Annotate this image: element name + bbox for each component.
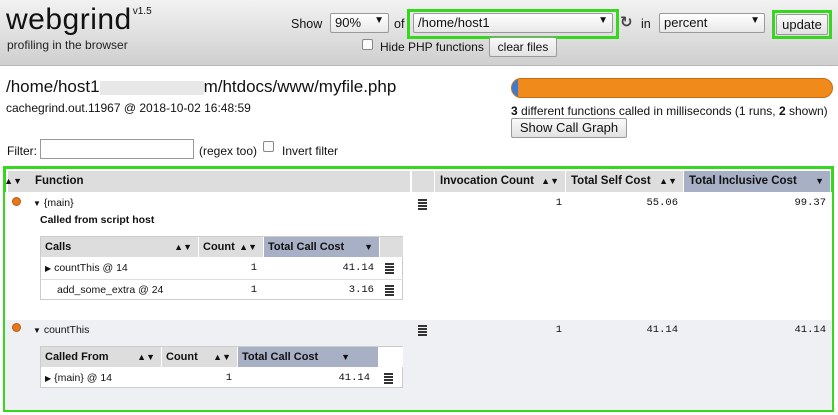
calls-subtable: Calls ▲▼ Count ▲▼ Total Call Cost ▼ ▶ count… [40, 236, 403, 300]
function-name[interactable]: ▼ countThis [33, 324, 89, 336]
show-call-graph-button[interactable]: Show Call Graph [511, 118, 627, 138]
file-select[interactable]: /home/host1 ▼ [413, 13, 613, 33]
in-label: in [641, 17, 651, 31]
call-count: 1 [225, 372, 232, 384]
blurred-path-segment [99, 80, 204, 95]
progress-bar [511, 78, 833, 98]
self-cost: 55.06 [646, 197, 678, 209]
total-inclusive-cost-header[interactable]: Total Inclusive Cost ▼ [684, 171, 830, 192]
invocation-count: 1 [555, 197, 562, 209]
filter-input[interactable] [40, 139, 194, 159]
call-count: 1 [250, 284, 257, 296]
chevron-down-icon: ▼ [750, 15, 760, 26]
invert-filter-label: Invert filter [282, 144, 339, 158]
source-list-icon[interactable] [418, 324, 427, 337]
call-cost: 41.14 [342, 262, 374, 274]
total-self-cost-header[interactable]: Total Self Cost ▲▼ [566, 171, 683, 192]
call-item[interactable]: add_some_extra @ 24 [57, 284, 163, 296]
clear-files-button[interactable]: clear files [489, 37, 557, 57]
total-call-cost-header[interactable]: Total Call Cost ▼ [264, 237, 379, 257]
hide-php-label: Hide PHP functions [380, 40, 484, 54]
row-divider [41, 279, 403, 280]
status-dot [12, 323, 21, 332]
call-count: 1 [250, 262, 257, 274]
version-label: v1.5 [132, 6, 152, 17]
called-from-subtable: Called From ▲▼ Count ▲▼ Total Call Cost ▼ ▶… [40, 346, 403, 388]
source-list-icon[interactable] [385, 284, 394, 297]
total-call-cost-header[interactable]: Total Call Cost ▼ [238, 347, 378, 367]
progress-bar-fill [512, 79, 519, 97]
call-cost: 3.16 [348, 284, 374, 296]
status-dot [12, 197, 21, 206]
regex-note: (regex too) [199, 144, 258, 158]
sort-column-header[interactable]: ▲▼ [4, 171, 30, 192]
called-from-header[interactable]: Called From ▲▼ [41, 347, 161, 367]
icon-header [380, 237, 403, 257]
header-bar: webgrindv1.5 profiling in the browser Sh… [0, 0, 838, 66]
source-list-icon[interactable] [384, 372, 393, 385]
unit-select[interactable]: percent ▼ [659, 13, 765, 33]
called-from-note: Called from script host [40, 214, 155, 226]
chevron-down-icon: ▼ [374, 15, 384, 26]
of-label: of [394, 17, 405, 31]
tagline: profiling in the browser [7, 38, 128, 52]
self-cost: 41.14 [646, 324, 678, 336]
call-cost: 41.14 [338, 372, 370, 384]
show-percent-select[interactable]: 90% ▼ [330, 13, 389, 33]
app-logo: webgrindv1.5 [6, 3, 152, 36]
inclusive-cost: 99.37 [794, 197, 826, 209]
hide-php-checkbox[interactable] [362, 39, 373, 50]
invocation-count: 1 [555, 324, 562, 336]
inclusive-cost: 41.14 [794, 324, 826, 336]
invocation-count-header[interactable]: Invocation Count ▲▼ [435, 171, 565, 192]
source-list-icon[interactable] [418, 198, 427, 211]
cachegrind-file-label: cachegrind.out.11967 @ 2018-10-02 16:48:… [6, 101, 251, 115]
filter-label: Filter: [7, 144, 37, 158]
show-label: Show [291, 17, 323, 31]
calls-header[interactable]: Calls ▲▼ [41, 237, 198, 257]
update-button[interactable]: update [776, 14, 828, 35]
call-item[interactable]: ▶ countThis @ 14 [45, 262, 128, 274]
function-name[interactable]: ▼ {main} [33, 197, 74, 209]
function-column-header[interactable]: Function [30, 171, 410, 192]
refresh-icon[interactable]: ↻ [620, 13, 633, 31]
icon-column-header [412, 171, 434, 192]
summary-text: 3 different functions called in millisec… [511, 104, 828, 118]
caller-item[interactable]: ▶ {main} @ 14 [45, 372, 112, 384]
chevron-down-icon: ▼ [598, 15, 608, 26]
icon-header [379, 347, 403, 367]
count-header[interactable]: Count ▲▼ [162, 347, 237, 367]
invert-filter-checkbox[interactable] [263, 141, 274, 152]
count-header[interactable]: Count ▲▼ [199, 237, 263, 257]
source-list-icon[interactable] [385, 262, 394, 275]
file-path: /home/host1 m/htdocs/www/myfile.php [6, 77, 397, 96]
